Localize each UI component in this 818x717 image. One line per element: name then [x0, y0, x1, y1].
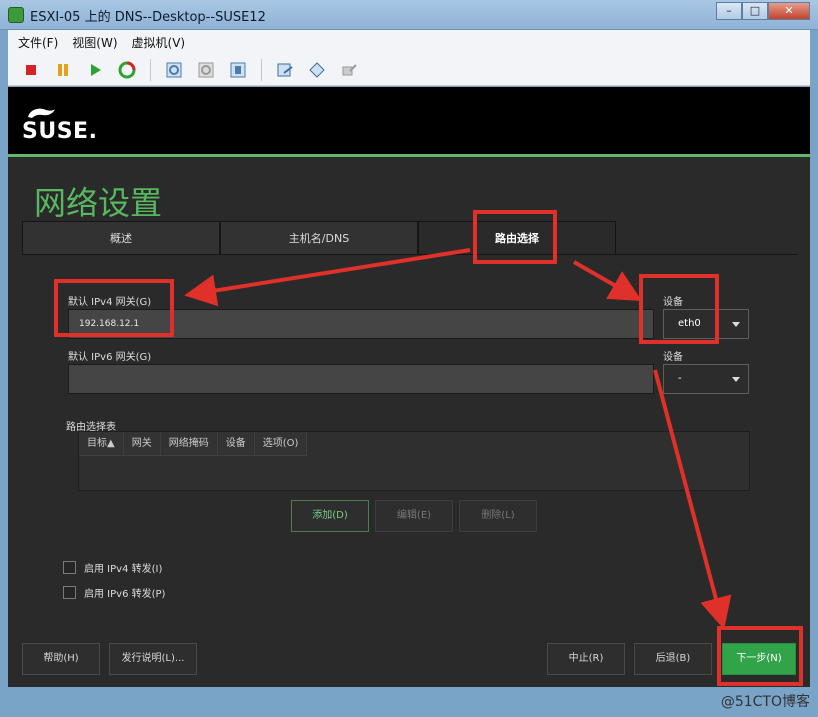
annotation-box-ipv4-gateway	[54, 279, 174, 337]
delete-route-button[interactable]: 删除(L)	[459, 500, 537, 532]
play-icon[interactable]	[82, 57, 108, 83]
wrench-icon[interactable]	[336, 57, 362, 83]
ipv6-device-label: 设备	[663, 352, 683, 363]
release-notes-button[interactable]: 发行说明(L)...	[109, 643, 197, 675]
column-header-options[interactable]: 选项(O)	[254, 432, 308, 456]
tools-icon[interactable]	[304, 57, 330, 83]
back-button[interactable]: 后退(B)	[634, 643, 712, 675]
ipv4-forward-checkbox[interactable]	[63, 560, 76, 574]
watermark: @51CTO博客	[720, 694, 810, 710]
reset-icon[interactable]	[114, 57, 140, 83]
menu-bar: 文件(F) 视图(W) 虚拟机(V)	[8, 30, 810, 54]
suse-logo: SUSE.	[22, 119, 98, 144]
pause-icon[interactable]	[50, 57, 76, 83]
minimize-button[interactable]: –	[716, 2, 742, 20]
ipv6-forward-label: 启用 IPv6 转发(P)	[84, 588, 166, 600]
toolbar	[8, 54, 810, 86]
ipv6-forward-row: 启用 IPv6 转发(P)	[63, 584, 165, 600]
annotation-box-device	[639, 274, 719, 344]
stop-icon[interactable]	[18, 57, 44, 83]
annotation-box-next	[717, 626, 803, 686]
revert-icon[interactable]	[193, 57, 219, 83]
abort-button[interactable]: 中止(R)	[547, 643, 625, 675]
vm-screen: SUSE. 网络设置 概述 主机名/DNS 路由选择 默认 IPv4 网关(G)…	[8, 87, 810, 687]
ipv6-device-select[interactable]: -	[663, 364, 749, 394]
page-title: 网络设置	[34, 184, 163, 222]
column-header-netmask[interactable]: 网络掩码	[160, 432, 218, 456]
maximize-button[interactable]: □	[742, 2, 768, 20]
ipv4-forward-row: 启用 IPv4 转发(I)	[63, 559, 162, 575]
snapshot-icon[interactable]	[161, 57, 187, 83]
window-controls: – □ ✕	[716, 2, 810, 20]
menu-view[interactable]: 视图(W)	[72, 34, 117, 51]
window-titlebar: ESXI-05 上的 DNS--Desktop--SUSE12 – □ ✕	[0, 0, 818, 30]
annotation-box-routing-tab	[473, 210, 557, 264]
toolbar-separator	[261, 58, 262, 81]
ipv6-gateway-input[interactable]	[68, 364, 654, 394]
route-table-header: 目标▲ 网关 网络掩码 设备 选项(O)	[79, 432, 308, 456]
edit-route-button[interactable]: 编辑(E)	[375, 500, 453, 532]
settings-icon[interactable]	[272, 57, 298, 83]
help-button[interactable]: 帮助(H)	[22, 643, 100, 675]
suse-chameleon-icon	[28, 108, 55, 118]
chevron-down-icon	[732, 377, 740, 382]
ipv6-device-value: -	[678, 373, 682, 384]
ipv6-forward-checkbox[interactable]	[63, 585, 76, 599]
vm-console-icon	[8, 7, 24, 23]
column-header-device[interactable]: 设备	[217, 432, 255, 456]
ipv6-gateway-label: 默认 IPv6 网关(G)	[68, 352, 152, 363]
column-header-target[interactable]: 目标▲	[79, 432, 124, 456]
window-title: ESXI-05 上的 DNS--Desktop--SUSE12	[30, 10, 266, 25]
installer-header: SUSE.	[8, 87, 810, 157]
toolbar-separator	[150, 58, 151, 81]
ipv4-forward-label: 启用 IPv4 转发(I)	[84, 563, 163, 575]
route-table[interactable]: 目标▲ 网关 网络掩码 设备 选项(O)	[78, 431, 750, 491]
close-button[interactable]: ✕	[768, 2, 810, 20]
menu-file[interactable]: 文件(F)	[18, 34, 58, 51]
column-header-gateway[interactable]: 网关	[123, 432, 161, 456]
tab-overview[interactable]: 概述	[22, 221, 220, 255]
menu-vm[interactable]: 虚拟机(V)	[132, 34, 186, 51]
add-route-button[interactable]: 添加(D)	[291, 500, 369, 532]
tab-hostname-dns[interactable]: 主机名/DNS	[220, 221, 418, 255]
manage-snapshot-icon[interactable]	[225, 57, 251, 83]
chevron-down-icon	[732, 322, 740, 327]
